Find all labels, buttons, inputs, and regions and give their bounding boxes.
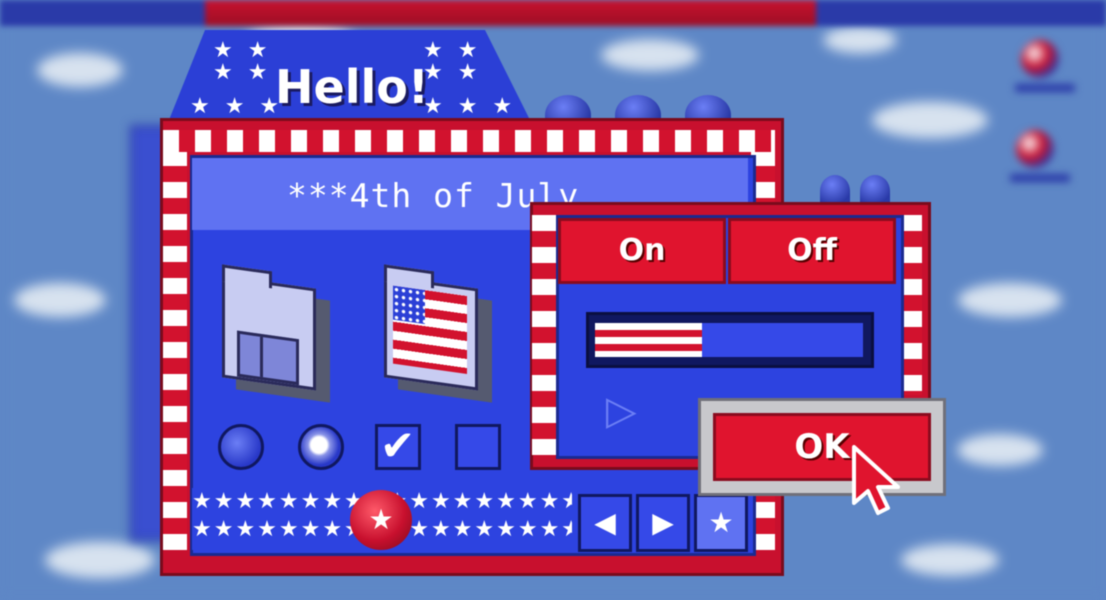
nav-next-button[interactable]: ▶ xyxy=(636,494,690,552)
dialog-stripes-left xyxy=(532,215,556,455)
title-stars-bottom-left: ★ ★ ★ xyxy=(190,94,284,119)
title-stars-bottom-right: ★ ★ ★ xyxy=(423,94,517,119)
ok-button-frame[interactable]: OK xyxy=(698,398,946,496)
finder-face-icon xyxy=(237,330,299,386)
window-title: Hello! xyxy=(275,60,429,114)
checkbox-unchecked[interactable] xyxy=(455,424,501,470)
frame-stripes-top xyxy=(163,130,775,152)
checkbox-checked[interactable] xyxy=(375,421,421,471)
flag-folder-icon[interactable] xyxy=(384,264,478,391)
title-stars-right: ★ ★ ★ ★ xyxy=(423,38,482,85)
us-flag-icon xyxy=(393,285,467,375)
main-window: ★ ★ ★ ★ ★ ★ ★ ★ ★ ★ ★ ★ ★ ★ Hello! ***4t… xyxy=(0,0,1106,600)
flag-canton xyxy=(393,285,425,325)
off-button[interactable]: Off xyxy=(728,218,896,284)
radio-button-on[interactable] xyxy=(298,424,344,470)
finder-folder-icon[interactable] xyxy=(222,264,316,391)
on-button[interactable]: On xyxy=(558,218,726,284)
radio-button-off[interactable] xyxy=(218,424,264,470)
play-icon[interactable]: ▷ xyxy=(606,388,637,434)
progress-track xyxy=(595,323,863,357)
progress-fill xyxy=(595,323,703,357)
title-stars-left: ★ ★ ★ ★ xyxy=(213,38,272,85)
star-icon-button[interactable]: ★ xyxy=(694,494,748,552)
progress-bar xyxy=(586,312,874,368)
arrow-cursor-icon xyxy=(852,445,900,515)
star-round-button[interactable]: ★ xyxy=(350,490,412,550)
nav-prev-button[interactable]: ◀ xyxy=(578,494,632,552)
frame-stripes-left xyxy=(163,150,187,550)
